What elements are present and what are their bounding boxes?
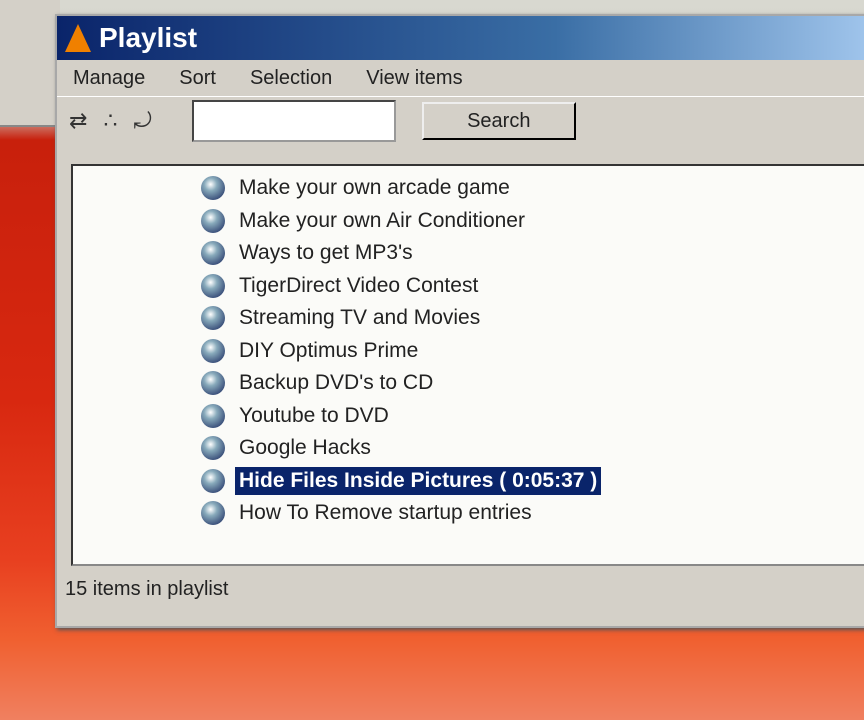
playlist-item[interactable]: TigerDirect Video Contest xyxy=(201,270,482,302)
globe-icon xyxy=(201,371,225,395)
repeat-all-icon[interactable]: ∴ xyxy=(103,108,117,134)
toolbar: ⇄ ∴ ⤾ Search xyxy=(57,96,864,145)
menu-sort[interactable]: Sort xyxy=(179,67,216,90)
title-bar[interactable]: Playlist xyxy=(57,16,864,60)
playlist-item-title: DIY Optimus Prime xyxy=(239,338,419,362)
menu-selection[interactable]: Selection xyxy=(250,67,332,90)
playlist-list[interactable]: Make your own arcade game Make your own A… xyxy=(71,164,864,566)
globe-icon xyxy=(201,403,225,428)
globe-icon xyxy=(201,273,225,298)
playlist-item[interactable]: Google Hacks xyxy=(201,432,375,464)
repeat-one-icon[interactable]: ⤾ xyxy=(133,108,151,134)
globe-icon xyxy=(201,208,225,233)
playlist-item-title: Ways to get MP3's xyxy=(239,241,413,264)
window-title: Playlist xyxy=(99,22,198,53)
playlist-item[interactable]: Streaming TV and Movies xyxy=(201,302,484,334)
playlist-item[interactable]: Make your own arcade game xyxy=(201,172,514,204)
playlist-item-title: Backup DVD's to CD xyxy=(239,371,434,394)
playlist-item-title: Streaming TV and Movies xyxy=(239,306,481,329)
playlist-item[interactable]: Hide Files Inside Pictures ( 0:05:37 ) xyxy=(201,465,602,497)
globe-icon xyxy=(201,468,225,493)
playlist-item-title: How To Remove startup entries xyxy=(239,501,532,524)
globe-icon xyxy=(201,241,225,265)
playlist-item[interactable]: How To Remove startup entries xyxy=(201,497,536,529)
menu-bar: Manage Sort Selection View items xyxy=(57,60,864,96)
background-window xyxy=(0,0,60,127)
playlist-item-title: Make your own Air Conditioner xyxy=(239,208,525,232)
playlist-item[interactable]: DIY Optimus Prime xyxy=(201,335,422,367)
globe-icon xyxy=(201,176,225,200)
playlist-item[interactable]: Ways to get MP3's xyxy=(201,237,417,269)
shuffle-icon[interactable]: ⇄ xyxy=(69,108,87,134)
globe-icon xyxy=(201,338,225,363)
playlist-item-title: Google Hacks xyxy=(239,436,371,459)
playlist-item-title: Make your own arcade game xyxy=(239,176,510,199)
globe-icon xyxy=(201,501,225,525)
playlist-item-title: Youtube to DVD xyxy=(239,403,389,427)
menu-manage[interactable]: Manage xyxy=(73,67,145,90)
playlist-item-title: TigerDirect Video Contest xyxy=(239,273,479,297)
playlist-item[interactable]: Make your own Air Conditioner xyxy=(201,205,529,237)
playlist-item-title: Hide Files Inside Pictures ( 0:05:37 ) xyxy=(235,466,602,495)
status-bar: 15 items in playlist xyxy=(65,578,229,600)
menu-view-items[interactable]: View items xyxy=(366,67,462,90)
search-button[interactable]: Search xyxy=(421,102,576,140)
playlist-item[interactable]: Youtube to DVD xyxy=(201,400,393,432)
playlist-item[interactable]: Backup DVD's to CD xyxy=(201,367,437,399)
search-input[interactable] xyxy=(191,100,396,142)
vlc-cone-icon xyxy=(65,24,91,52)
playlist-window: Playlist Manage Sort Selection View item… xyxy=(55,14,864,628)
globe-icon xyxy=(201,436,225,460)
globe-icon xyxy=(201,306,225,330)
